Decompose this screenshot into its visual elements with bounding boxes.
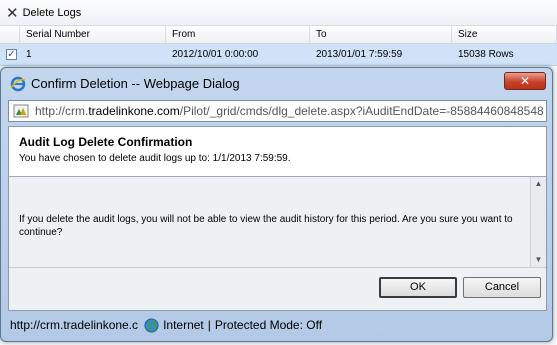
title-bar[interactable]: Confirm Deletion -- Webpage Dialog ✕: [1, 68, 552, 98]
globe-icon: [144, 317, 159, 333]
status-separator: |: [207, 318, 211, 332]
toolbar: ✕ Delete Logs: [0, 0, 557, 26]
column-header-to[interactable]: To: [310, 26, 452, 43]
scroll-up-arrow-icon[interactable]: ▲: [531, 177, 546, 191]
address-bar[interactable]: http://crm.tradelinkone.com/Pilot/_grid/…: [8, 100, 547, 122]
cell-to: 2013/01/01 7:59:59: [316, 49, 403, 60]
page-icon: [13, 104, 29, 118]
checkbox-column-header[interactable]: [0, 26, 20, 43]
header-section: Audit Log Delete Confirmation You have c…: [9, 127, 546, 177]
cell-from: 2012/10/01 0:00:00: [172, 49, 259, 60]
table-row[interactable]: ✓ 1 2012/10/01 0:00:00 2013/01/01 7:59:5…: [0, 44, 557, 66]
close-button[interactable]: ✕: [504, 72, 546, 90]
webpage-dialog: Confirm Deletion -- Webpage Dialog ✕ htt…: [0, 67, 553, 342]
cancel-button[interactable]: Cancel: [463, 277, 541, 298]
row-checkbox[interactable]: ✓: [6, 49, 17, 60]
dialog-title: Confirm Deletion -- Webpage Dialog: [31, 76, 240, 91]
column-header-size[interactable]: Size: [452, 26, 557, 43]
body-section: If you delete the audit logs, you will n…: [9, 177, 530, 267]
security-zone: Internet: [163, 318, 204, 332]
page-title: Audit Log Delete Confirmation: [19, 135, 193, 149]
cell-serial: 1: [26, 49, 32, 60]
delete-icon[interactable]: ✕: [6, 4, 19, 22]
warning-message: If you delete the audit logs, you will n…: [19, 214, 513, 238]
protected-mode-status: Protected Mode: Off: [214, 318, 323, 332]
cell-size: 15038 Rows: [458, 49, 514, 60]
status-bar: http://crm.tradelinkone.c Internet | Pro…: [8, 314, 547, 336]
scrollbar[interactable]: ▲ ▼: [530, 177, 546, 267]
grid-header: Serial Number From To Size: [0, 26, 557, 44]
dialog-content: Audit Log Delete Confirmation You have c…: [8, 126, 547, 311]
scroll-down-arrow-icon[interactable]: ▼: [531, 253, 546, 267]
address-url: http://crm.tradelinkone.com/Pilot/_grid/…: [35, 104, 544, 118]
status-url: http://crm.tradelinkone.c: [10, 318, 139, 332]
column-header-serial[interactable]: Serial Number: [20, 26, 166, 43]
button-bar: OK Cancel: [9, 267, 546, 310]
delete-logs-button[interactable]: Delete Logs: [23, 7, 82, 19]
ok-button[interactable]: OK: [379, 277, 457, 298]
column-header-from[interactable]: From: [166, 26, 310, 43]
page-description: You have chosen to delete audit logs up …: [19, 153, 291, 164]
internet-explorer-icon: [10, 76, 26, 92]
